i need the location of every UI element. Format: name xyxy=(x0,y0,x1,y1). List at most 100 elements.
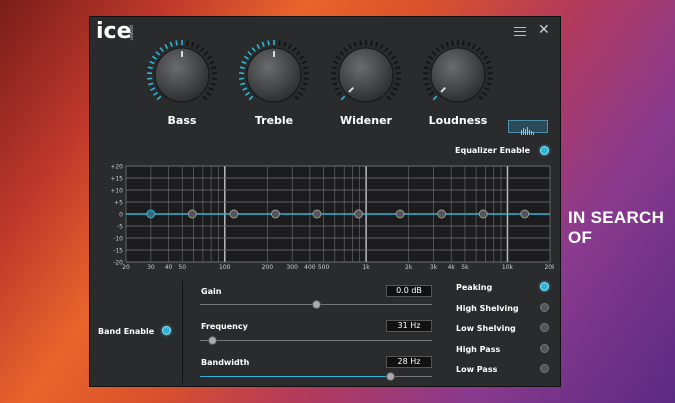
knob-tick xyxy=(395,77,401,80)
knob-tick xyxy=(426,87,432,91)
knob-tick xyxy=(476,47,481,53)
knob-tick xyxy=(384,47,389,53)
menu-icon[interactable] xyxy=(514,27,526,36)
band-handle[interactable] xyxy=(354,209,364,219)
knob-tick xyxy=(243,55,250,60)
knob-tick xyxy=(348,43,353,50)
band-handle[interactable] xyxy=(520,209,530,219)
loudness-knob[interactable] xyxy=(418,37,498,117)
knob-tick xyxy=(390,55,397,60)
knob-tick xyxy=(292,47,297,53)
knob-tick xyxy=(150,87,156,91)
knob-tick xyxy=(353,41,357,47)
gain-value[interactable]: 0.0 dB xyxy=(386,285,432,297)
knob-tick xyxy=(147,77,153,80)
knob-tick xyxy=(379,43,384,50)
band-handle[interactable] xyxy=(437,209,447,219)
knob-tick xyxy=(147,66,153,70)
band-enable-toggle[interactable] xyxy=(162,326,171,335)
equalizer-view-button[interactable] xyxy=(508,120,548,135)
filter-high-pass-radio[interactable] xyxy=(540,344,549,353)
knob-tick xyxy=(200,47,205,53)
equalizer-enable-toggle[interactable] xyxy=(540,146,549,155)
bottom-divider xyxy=(182,281,183,383)
knob-tick xyxy=(287,43,292,50)
x-tick-label: 2k xyxy=(405,264,413,270)
knob-tick xyxy=(467,41,471,47)
band-handle[interactable] xyxy=(478,209,488,219)
band-handle[interactable] xyxy=(395,209,405,219)
knob-tick xyxy=(423,77,429,80)
knob-tick xyxy=(331,77,337,80)
knob-tick xyxy=(479,51,485,56)
knob-tick xyxy=(248,95,254,101)
knob-tick xyxy=(478,95,484,101)
x-tick-label: 100 xyxy=(219,264,231,270)
bandwidth-label: Bandwidth xyxy=(201,358,250,367)
knob-tick xyxy=(390,91,396,96)
knob-tick xyxy=(395,66,401,70)
filter-high-shelving-radio[interactable] xyxy=(540,303,549,312)
knob-tick xyxy=(209,60,215,65)
widener-label: Widener xyxy=(340,114,392,127)
x-tick-label: 30 xyxy=(147,264,155,270)
frequency-value[interactable]: 31 Hz xyxy=(386,320,432,332)
knob-tick xyxy=(393,60,399,65)
knob-tick xyxy=(267,40,270,46)
knob-tick xyxy=(486,82,492,86)
treble-label: Treble xyxy=(254,114,294,127)
filter-low-shelving-radio[interactable] xyxy=(540,323,549,332)
x-tick-label: 400 xyxy=(304,264,316,270)
knob-tick xyxy=(432,95,438,101)
filter-low-pass-radio[interactable] xyxy=(540,364,549,373)
bass-knob[interactable] xyxy=(142,37,222,117)
knob-tick xyxy=(247,51,253,56)
knob-tick xyxy=(256,43,261,50)
knob-tick xyxy=(423,66,429,70)
knob-tick xyxy=(241,60,247,65)
knob-tick xyxy=(451,40,454,46)
filter-peaking-radio[interactable] xyxy=(540,282,549,291)
knob-tick xyxy=(302,82,308,86)
band-handle[interactable] xyxy=(270,209,280,219)
equalizer-graph[interactable]: +20+15+10+50-5-10-15-2020 30 40 50 100 200 300… xyxy=(98,160,554,271)
frequency-slider-thumb[interactable] xyxy=(207,336,217,345)
knob-tick xyxy=(240,82,246,86)
knob-tick xyxy=(471,43,476,50)
close-icon[interactable]: ✕ xyxy=(538,23,550,37)
frequency-slider-track[interactable] xyxy=(200,340,432,341)
knob-tick xyxy=(211,77,217,80)
gain-slider-thumb[interactable] xyxy=(312,300,321,309)
knob-tick xyxy=(155,51,161,56)
band-handle[interactable] xyxy=(146,209,156,219)
knob-tick xyxy=(431,51,437,56)
treble-knob[interactable] xyxy=(234,37,314,117)
filter-low-pass-label: Low Pass xyxy=(456,365,498,374)
knob-tick xyxy=(148,82,154,86)
knob-tick xyxy=(298,91,304,96)
knob-tick xyxy=(487,77,493,80)
bandwidth-slider-thumb[interactable] xyxy=(386,372,396,381)
knob-tick xyxy=(440,43,445,50)
y-tick-label: -5 xyxy=(117,224,123,231)
knob-tick xyxy=(340,95,346,101)
band-handle[interactable] xyxy=(187,209,197,219)
x-tick-label: 20k xyxy=(544,264,554,270)
knob-tick xyxy=(151,55,158,60)
y-tick-label: 0 xyxy=(119,212,123,219)
knob-tick xyxy=(435,47,440,53)
bandwidth-value[interactable]: 28 Hz xyxy=(386,356,432,368)
knob-tick xyxy=(210,82,216,86)
app-logo: ice xyxy=(96,19,132,44)
knob-tick xyxy=(239,66,245,70)
knob-tick xyxy=(295,51,301,56)
knob-tick xyxy=(283,41,287,47)
knob-tick xyxy=(333,60,339,65)
knob-tick xyxy=(332,82,338,86)
loudness-label: Loudness xyxy=(428,114,488,127)
band-handle[interactable] xyxy=(229,209,239,219)
band-handle[interactable] xyxy=(312,209,322,219)
knob-tick xyxy=(425,60,431,65)
widener-knob[interactable] xyxy=(326,37,406,117)
knob-tick xyxy=(427,55,434,60)
